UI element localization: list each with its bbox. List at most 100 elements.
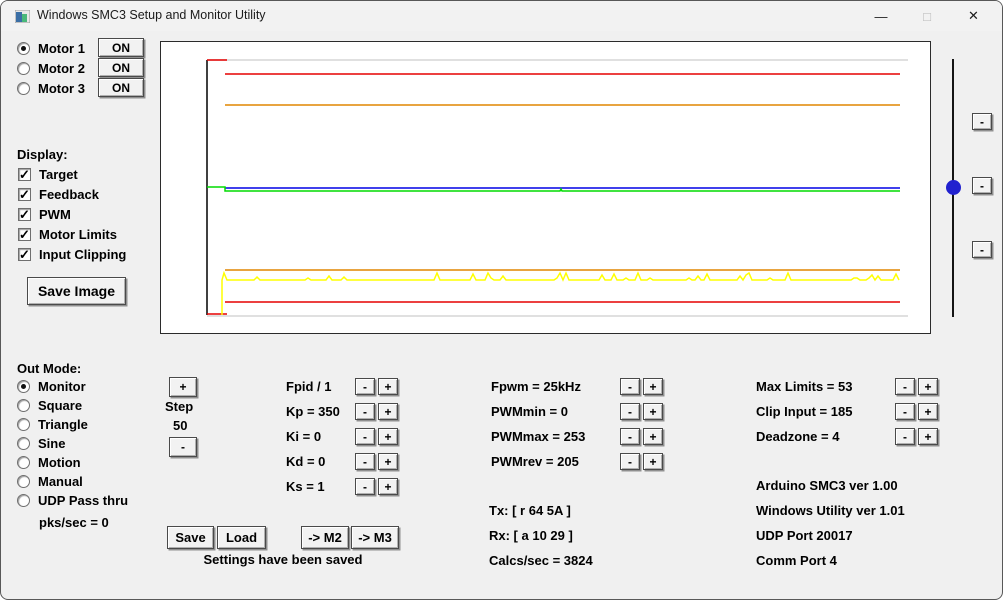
manual-radio[interactable]: [17, 475, 30, 488]
out-mode-square[interactable]: Square: [17, 398, 82, 413]
kd-plus-button[interactable]: +: [378, 453, 398, 470]
udp-port-text: UDP Port 20017: [756, 528, 853, 543]
step-value: 50: [173, 418, 187, 433]
save-button[interactable]: Save: [167, 526, 214, 549]
load-button[interactable]: Load: [217, 526, 266, 549]
pwmrev-value: PWMrev = 205: [491, 454, 579, 469]
feedback-checkbox[interactable]: [18, 188, 31, 201]
out-mode-manual[interactable]: Manual: [17, 474, 83, 489]
display-option-feedback[interactable]: Feedback: [18, 187, 99, 202]
step-minus-button[interactable]: -: [169, 437, 197, 457]
pwmmax-plus-button[interactable]: +: [643, 428, 663, 445]
fpid-minus-button[interactable]: -: [355, 378, 375, 395]
to-m3-button[interactable]: -> M3: [351, 526, 399, 549]
out-mode-udp[interactable]: UDP Pass thru: [17, 493, 128, 508]
deadzone-minus-button[interactable]: -: [895, 428, 915, 445]
step-plus-button[interactable]: +: [169, 377, 197, 397]
max-limits-minus-button[interactable]: -: [895, 378, 915, 395]
max-limits-value: Max Limits = 53: [756, 379, 852, 394]
kp-minus-button[interactable]: -: [355, 403, 375, 420]
minimize-button[interactable]: —: [858, 1, 904, 31]
pwmmax-minus-button[interactable]: -: [620, 428, 640, 445]
pwmmin-value: PWMmin = 0: [491, 404, 568, 419]
ks-plus-button[interactable]: +: [378, 478, 398, 495]
feedback-checkbox-label: Feedback: [39, 187, 99, 202]
to-m2-button[interactable]: -> M2: [301, 526, 349, 549]
triangle-radio[interactable]: [17, 418, 30, 431]
motor-3-label: Motor 3: [38, 81, 85, 96]
motor-limits-checkbox-label: Motor Limits: [39, 227, 117, 242]
out-mode-section-label: Out Mode:: [17, 361, 81, 376]
out-mode-motion[interactable]: Motion: [17, 455, 81, 470]
motor-3-radio[interactable]: [17, 82, 30, 95]
slider-minus-button-middle[interactable]: -: [972, 177, 992, 194]
ki-minus-button[interactable]: -: [355, 428, 375, 445]
motor-2-option[interactable]: Motor 2: [17, 61, 85, 76]
pks-per-sec-value: pks/sec = 0: [39, 515, 109, 530]
motion-radio[interactable]: [17, 456, 30, 469]
save-image-button[interactable]: Save Image: [27, 277, 126, 305]
deadzone-plus-button[interactable]: +: [918, 428, 938, 445]
app-window: Windows SMC3 Setup and Monitor Utility —…: [0, 0, 1003, 600]
display-option-target[interactable]: Target: [18, 167, 78, 182]
kd-minus-button[interactable]: -: [355, 453, 375, 470]
motor-1-option[interactable]: Motor 1: [17, 41, 85, 56]
sine-radio[interactable]: [17, 437, 30, 450]
manual-slider-thumb[interactable]: [946, 180, 961, 195]
max-limits-plus-button[interactable]: +: [918, 378, 938, 395]
pwmmax-value: PWMmax = 253: [491, 429, 585, 444]
motor-3-on-button[interactable]: ON: [98, 78, 144, 97]
out-mode-triangle[interactable]: Triangle: [17, 417, 88, 432]
display-option-pwm[interactable]: PWM: [18, 207, 71, 222]
ki-value: Ki = 0: [286, 429, 321, 444]
pwmrev-minus-button[interactable]: -: [620, 453, 640, 470]
slider-minus-button-bottom[interactable]: -: [972, 241, 992, 258]
display-option-input-clipping[interactable]: Input Clipping: [18, 247, 126, 262]
slider-minus-button-top[interactable]: -: [972, 113, 992, 130]
motor-1-radio[interactable]: [17, 42, 30, 55]
display-section-label: Display:: [17, 147, 68, 162]
target-checkbox[interactable]: [18, 168, 31, 181]
clip-input-plus-button[interactable]: +: [918, 403, 938, 420]
udp-radio[interactable]: [17, 494, 30, 507]
ks-minus-button[interactable]: -: [355, 478, 375, 495]
motor-2-on-button[interactable]: ON: [98, 58, 144, 77]
square-radio[interactable]: [17, 399, 30, 412]
maximize-button: □: [904, 1, 950, 31]
close-button[interactable]: ✕: [950, 1, 997, 31]
pwmrev-plus-button[interactable]: +: [643, 453, 663, 470]
title-bar[interactable]: Windows SMC3 Setup and Monitor Utility —…: [1, 1, 1002, 31]
fpid-plus-button[interactable]: +: [378, 378, 398, 395]
pwmmin-plus-button[interactable]: +: [643, 403, 663, 420]
ki-plus-button[interactable]: +: [378, 428, 398, 445]
kp-plus-button[interactable]: +: [378, 403, 398, 420]
motor-1-label: Motor 1: [38, 41, 85, 56]
monitor-radio[interactable]: [17, 380, 30, 393]
pwm-line: [222, 273, 899, 315]
motor-1-on-button[interactable]: ON: [98, 38, 144, 57]
rx-readout: Rx: [ a 10 29 ]: [489, 528, 573, 543]
input-clipping-checkbox-label: Input Clipping: [39, 247, 126, 262]
sine-label: Sine: [38, 436, 65, 451]
triangle-label: Triangle: [38, 417, 88, 432]
input-clipping-checkbox[interactable]: [18, 248, 31, 261]
out-mode-monitor[interactable]: Monitor: [17, 379, 86, 394]
pwmmin-minus-button[interactable]: -: [620, 403, 640, 420]
motor-2-radio[interactable]: [17, 62, 30, 75]
calcs-per-sec-readout: Calcs/sec = 3824: [489, 553, 593, 568]
pwm-checkbox[interactable]: [18, 208, 31, 221]
tx-readout: Tx: [ r 64 5A ]: [489, 503, 571, 518]
clip-input-value: Clip Input = 185: [756, 404, 852, 419]
display-option-motor-limits[interactable]: Motor Limits: [18, 227, 117, 242]
fpwm-minus-button[interactable]: -: [620, 378, 640, 395]
pwm-checkbox-label: PWM: [39, 207, 71, 222]
out-mode-sine[interactable]: Sine: [17, 436, 65, 451]
fpwm-plus-button[interactable]: +: [643, 378, 663, 395]
udp-label: UDP Pass thru: [38, 493, 128, 508]
fpid-value: Fpid / 1: [286, 379, 332, 394]
motor-3-option[interactable]: Motor 3: [17, 81, 85, 96]
manual-label: Manual: [38, 474, 83, 489]
motor-limits-checkbox[interactable]: [18, 228, 31, 241]
windows-utility-version-text: Windows Utility ver 1.01: [756, 503, 905, 518]
clip-input-minus-button[interactable]: -: [895, 403, 915, 420]
